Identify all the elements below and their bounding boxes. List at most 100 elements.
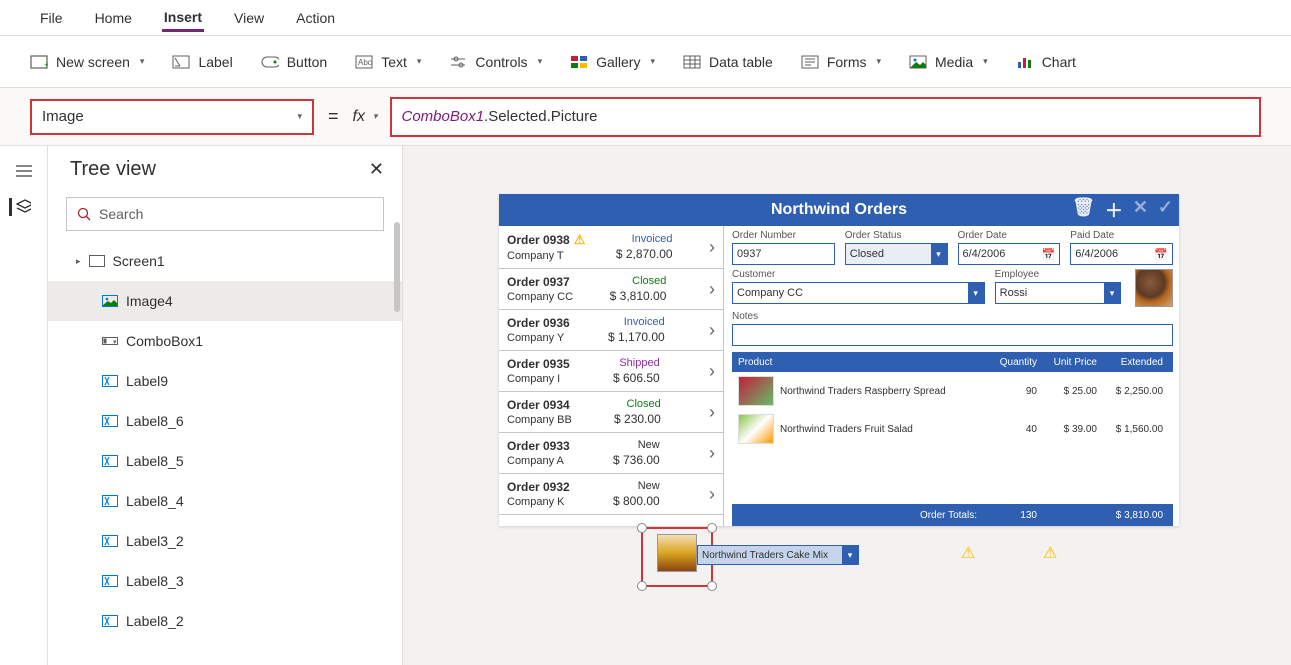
order-item[interactable]: Order 0937Company CCClosed$ 3,810.00› bbox=[499, 269, 723, 310]
tree-item-screen1[interactable]: ▸Screen1 bbox=[48, 241, 402, 281]
search-input[interactable]: Search bbox=[66, 197, 384, 231]
chevron-right-icon: › bbox=[703, 361, 715, 382]
status-label: Order Status bbox=[845, 230, 948, 241]
add-icon[interactable]: ＋ bbox=[1105, 197, 1123, 223]
totals-row: Order Totals: 130 $ 3,810.00 bbox=[732, 504, 1173, 526]
employee-dropdown[interactable]: Rossi▾ bbox=[995, 282, 1121, 304]
customer-dropdown[interactable]: Company CC▾ bbox=[732, 282, 985, 304]
order-item[interactable]: Order 0936Company YInvoiced$ 1,170.00› bbox=[499, 310, 723, 351]
canvas[interactable]: Northwind Orders 🗑 ＋ ✕ ✓ Order 0938 ⚠Com… bbox=[403, 146, 1291, 665]
menu-action[interactable]: Action bbox=[294, 4, 337, 32]
orderdate-input[interactable]: 6/4/2006📅 bbox=[958, 243, 1061, 265]
chevron-down-icon: ▾ bbox=[373, 111, 378, 122]
tree-item-image4[interactable]: Image4 bbox=[48, 281, 402, 321]
gallery-button[interactable]: Gallery▾ bbox=[570, 53, 655, 71]
datatable-icon bbox=[683, 53, 701, 71]
close-icon[interactable]: ✕ bbox=[369, 159, 384, 180]
label-button[interactable]: Label bbox=[172, 53, 232, 71]
tree-item-label8_2[interactable]: Label8_2 bbox=[48, 601, 402, 641]
order-item[interactable]: Order 0938 ⚠Company TInvoiced$ 2,870.00› bbox=[499, 226, 723, 269]
resize-handle[interactable] bbox=[637, 523, 647, 533]
menu-view[interactable]: View bbox=[232, 4, 266, 32]
tree-item-label9[interactable]: Label9 bbox=[48, 361, 402, 401]
combobox-icon: ▾ bbox=[102, 333, 118, 349]
chevron-right-icon: › bbox=[703, 484, 715, 505]
chevron-right-icon: › bbox=[703, 443, 715, 464]
formula-bar: Image ▾ = fx▾ ComboBox1.Selected.Picture bbox=[0, 88, 1291, 146]
button-button[interactable]: Button bbox=[261, 53, 327, 71]
svg-text:▾: ▾ bbox=[113, 339, 117, 346]
new-product-dropdown[interactable]: Northwind Traders Cake Mix▾ bbox=[697, 545, 859, 565]
tree-item-label8_4[interactable]: Label8_4 bbox=[48, 481, 402, 521]
new-screen-button[interactable]: + New screen▾ bbox=[30, 53, 144, 71]
scrollbar[interactable] bbox=[394, 222, 400, 312]
media-button[interactable]: Media▾ bbox=[909, 53, 988, 71]
menu-file[interactable]: File bbox=[38, 4, 65, 32]
caret-icon: ▾ bbox=[538, 56, 543, 67]
screen-icon: + bbox=[30, 53, 48, 71]
calendar-icon: 📅 bbox=[1042, 248, 1056, 261]
cancel-icon[interactable]: ✕ bbox=[1133, 197, 1148, 223]
product-header: Product Quantity Unit Price Extended bbox=[732, 352, 1173, 372]
text-button[interactable]: Abc Text▾ bbox=[355, 53, 421, 71]
label-icon bbox=[102, 413, 118, 429]
order-list[interactable]: Order 0938 ⚠Company TInvoiced$ 2,870.00›… bbox=[499, 226, 724, 526]
tree-item-label8_5[interactable]: Label8_5 bbox=[48, 441, 402, 481]
fx-button[interactable]: fx▾ bbox=[353, 108, 378, 126]
label-icon bbox=[102, 533, 118, 549]
orderno-input[interactable]: 0937 bbox=[732, 243, 835, 265]
tree-view-title: Tree view bbox=[70, 158, 156, 181]
chevron-right-icon: › bbox=[703, 320, 715, 341]
tree-item-label3_2[interactable]: Label3_2 bbox=[48, 521, 402, 561]
label-icon bbox=[102, 493, 118, 509]
resize-handle[interactable] bbox=[707, 523, 717, 533]
paiddate-input[interactable]: 6/4/2006📅 bbox=[1070, 243, 1173, 265]
chevron-right-icon: › bbox=[703, 279, 715, 300]
caret-icon: ▾ bbox=[417, 56, 422, 67]
orderno-label: Order Number bbox=[732, 230, 835, 241]
forms-button[interactable]: Forms▾ bbox=[801, 53, 881, 71]
menu-home[interactable]: Home bbox=[93, 4, 134, 32]
caret-icon: ▾ bbox=[876, 56, 881, 67]
chart-button[interactable]: Chart bbox=[1016, 53, 1076, 71]
product-image bbox=[738, 414, 774, 444]
tree-item-label8_3[interactable]: Label8_3 bbox=[48, 561, 402, 601]
chevron-right-icon: › bbox=[703, 237, 715, 258]
label-icon bbox=[102, 373, 118, 389]
tree-item-combobox1[interactable]: ▾ComboBox1 bbox=[48, 321, 402, 361]
controls-button[interactable]: Controls▾ bbox=[449, 53, 542, 71]
header-actions: 🗑 ＋ ✕ ✓ bbox=[1072, 197, 1173, 223]
submit-icon[interactable]: ✓ bbox=[1158, 197, 1173, 223]
status-dropdown[interactable]: Closed▾ bbox=[845, 243, 948, 265]
datatable-button[interactable]: Data table bbox=[683, 53, 773, 71]
property-dropdown[interactable]: Image ▾ bbox=[30, 99, 314, 135]
product-row[interactable]: Northwind Traders Raspberry Spread90$ 25… bbox=[732, 372, 1173, 410]
resize-handle[interactable] bbox=[637, 581, 647, 591]
caret-icon: ▾ bbox=[983, 56, 988, 67]
image-icon bbox=[102, 293, 118, 309]
product-row[interactable]: Northwind Traders Fruit Salad40$ 39.00$ … bbox=[732, 410, 1173, 448]
trash-icon[interactable]: 🗑 bbox=[1072, 197, 1095, 223]
layers-icon[interactable] bbox=[9, 198, 31, 216]
controls-icon bbox=[449, 53, 467, 71]
button-icon bbox=[261, 53, 279, 71]
order-item[interactable]: Order 0934Company BBClosed$ 230.00› bbox=[499, 392, 723, 433]
employee-label: Employee bbox=[995, 269, 1121, 280]
svg-text:Abc: Abc bbox=[358, 58, 372, 67]
chevron-down-icon: ▾ bbox=[842, 546, 858, 564]
order-item[interactable]: Order 0933Company ANew$ 736.00› bbox=[499, 433, 723, 474]
notes-input[interactable] bbox=[732, 324, 1173, 346]
warning-icon: ⚠ bbox=[1043, 543, 1057, 563]
formula-input[interactable]: ComboBox1.Selected.Picture bbox=[390, 97, 1262, 137]
order-item[interactable]: Order 0935Company IShipped$ 606.50› bbox=[499, 351, 723, 392]
paiddate-label: Paid Date bbox=[1070, 230, 1173, 241]
hamburger-icon[interactable] bbox=[13, 162, 35, 180]
order-item[interactable]: Order 0932Company KNew$ 800.00› bbox=[499, 474, 723, 515]
resize-handle[interactable] bbox=[707, 581, 717, 591]
label-icon bbox=[102, 573, 118, 589]
menu-insert[interactable]: Insert bbox=[162, 3, 204, 32]
tree-item-label8_6[interactable]: Label8_6 bbox=[48, 401, 402, 441]
notes-label: Notes bbox=[732, 311, 1173, 322]
chevron-down-icon: ▾ bbox=[931, 244, 947, 264]
product-list: Northwind Traders Raspberry Spread90$ 25… bbox=[732, 372, 1173, 448]
